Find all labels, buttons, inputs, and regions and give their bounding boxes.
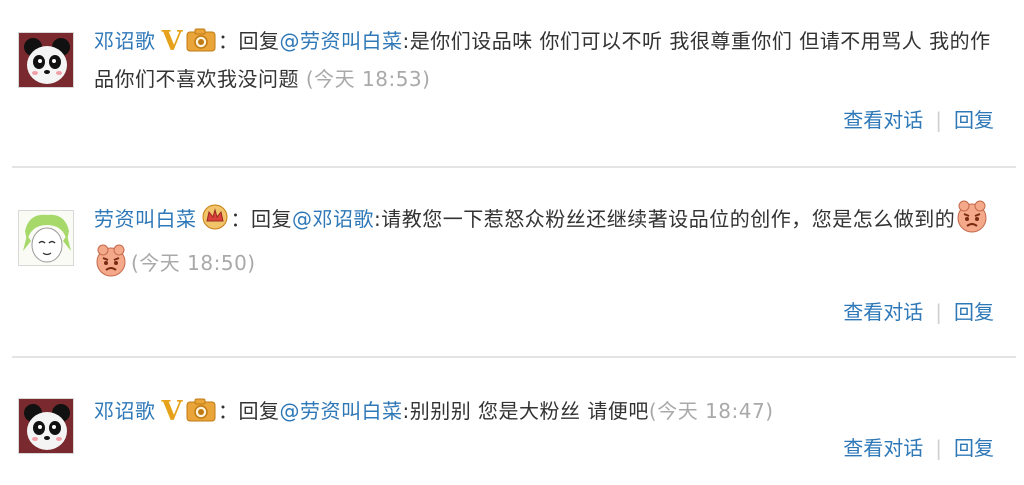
verified-v-icon[interactable]: V bbox=[162, 25, 183, 59]
avatar[interactable] bbox=[18, 398, 74, 454]
timestamp: (今天 18:47) bbox=[648, 399, 774, 423]
reply-link[interactable]: 回复 bbox=[954, 436, 994, 460]
comment-actions: 查看对话 | 回复 bbox=[843, 296, 994, 325]
comment-text: 劳资叫白菜 ：回复@邓诏歌:请教您一下惹怒众粉丝还继续著设品位的创作，您是怎么做到… bbox=[94, 200, 1000, 288]
reply-link[interactable]: 回复 bbox=[954, 108, 994, 132]
panda-avatar-icon bbox=[19, 399, 73, 453]
reply-prefix: ：回复 bbox=[230, 207, 292, 231]
angry-emoji-icon bbox=[94, 244, 128, 288]
comment-actions: 查看对话 | 回复 bbox=[843, 432, 994, 461]
comment-text: 邓诏歌 V ：回复@劳资叫白菜:别别别 您是大粉丝 请便吧(今天 18:47) bbox=[94, 394, 1000, 432]
camera-badge-icon[interactable] bbox=[186, 28, 216, 62]
username-link[interactable]: 邓诏歌 bbox=[94, 399, 156, 423]
comment-text: 邓诏歌 V ：回复@劳资叫白菜:是你们设品味 你们可以不听 我很尊重你们 但请不用骂… bbox=[94, 24, 1000, 96]
action-separator: | bbox=[935, 108, 942, 132]
divider bbox=[12, 166, 1016, 168]
verified-v-icon[interactable]: V bbox=[162, 395, 183, 429]
comment-actions: 查看对话 | 回复 bbox=[843, 104, 994, 133]
avatar[interactable] bbox=[18, 32, 74, 88]
cartoon-girl-avatar-icon bbox=[19, 211, 73, 265]
action-separator: | bbox=[935, 300, 942, 324]
comment-body: :别别别 您是大粉丝 请便吧 bbox=[402, 399, 649, 423]
panda-avatar-icon bbox=[19, 33, 73, 87]
view-conversation-link[interactable]: 查看对话 bbox=[843, 108, 923, 132]
crown-badge-icon[interactable] bbox=[201, 204, 229, 240]
reply-prefix: ：回复 bbox=[217, 29, 280, 53]
timestamp: (今天 18:50) bbox=[131, 251, 256, 275]
angry-emoji-icon bbox=[955, 200, 989, 244]
camera-badge-icon[interactable] bbox=[186, 398, 216, 432]
view-conversation-link[interactable]: 查看对话 bbox=[843, 300, 923, 324]
divider bbox=[12, 356, 1016, 358]
comment-list: 邓诏歌 V ：回复@劳资叫白菜:是你们设品味 你们可以不听 我很尊重你们 但请不用骂… bbox=[0, 0, 1024, 485]
mention-link[interactable]: @劳资叫白菜 bbox=[279, 29, 402, 53]
username-link[interactable]: 劳资叫白菜 bbox=[94, 207, 197, 231]
username-link[interactable]: 邓诏歌 bbox=[94, 29, 156, 53]
timestamp: (今天 18:53) bbox=[305, 67, 431, 91]
view-conversation-link[interactable]: 查看对话 bbox=[843, 436, 923, 460]
comment-body: :请教您一下惹怒众粉丝还继续著设品位的创作，您是怎么做到的 bbox=[374, 207, 956, 231]
mention-link[interactable]: @劳资叫白菜 bbox=[279, 399, 402, 423]
action-separator: | bbox=[935, 436, 942, 460]
avatar[interactable] bbox=[18, 210, 74, 266]
reply-prefix: ：回复 bbox=[217, 399, 280, 423]
reply-link[interactable]: 回复 bbox=[954, 300, 994, 324]
mention-link[interactable]: @邓诏歌 bbox=[292, 207, 374, 231]
